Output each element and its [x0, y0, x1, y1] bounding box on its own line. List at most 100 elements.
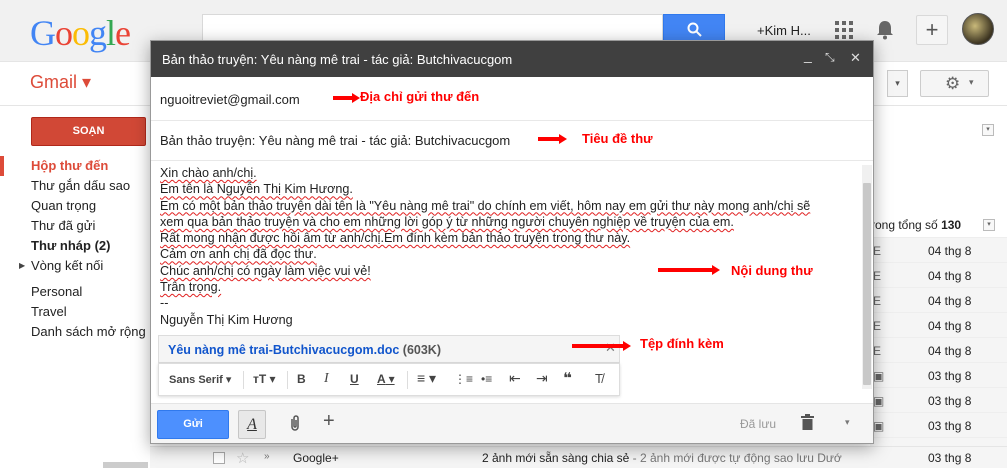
align-icon[interactable]: ≡ ▾ — [417, 370, 436, 387]
row-sender: Google+ — [293, 451, 339, 465]
sidebar-item-label: Vòng kết nối — [31, 258, 104, 273]
sidebar-item-label: Quan trọng — [31, 198, 97, 213]
sidebar-item[interactable]: Danh sách mở rộng — [0, 322, 150, 342]
indent-less-icon[interactable]: ⇤ — [509, 370, 521, 387]
compose-footer: Gửi A + Đã lưu ▾ — [151, 403, 873, 443]
compose-button[interactable]: SOẠN — [31, 117, 146, 146]
google-logo[interactable]: Google — [30, 12, 131, 54]
row-marker: ▣ — [873, 394, 885, 408]
italic-icon[interactable]: I — [324, 371, 329, 387]
subject-field[interactable]: Bản thảo truyện: Yêu nàng mê trai - tác … — [151, 121, 873, 161]
insert-more-icon[interactable]: + — [323, 410, 335, 433]
row-date: 03 thg 8 — [928, 394, 972, 408]
row-date: 03 thg 8 — [928, 451, 972, 465]
row-marker: E — [873, 244, 882, 258]
attachment-name[interactable]: Yêu nàng mê trai-Butchivacucgom.doc (603… — [168, 343, 441, 357]
sidebar-scrollbar[interactable] — [103, 462, 148, 468]
sidebar-item-label: Personal — [31, 284, 83, 299]
body-line[interactable]: -- — [160, 295, 850, 311]
font-family-select[interactable]: Sans Serif ▾ — [169, 373, 231, 386]
more-dropdown-button[interactable]: ▾ — [887, 70, 908, 97]
annotation-arrow — [538, 134, 567, 144]
star-icon[interactable]: ☆ — [236, 449, 249, 467]
row-date: 04 thg 8 — [928, 269, 972, 283]
list-toolbar: ▾ — [870, 124, 1007, 146]
bulleted-list-icon[interactable]: •≡ — [481, 372, 492, 386]
underline-icon[interactable]: U — [350, 372, 359, 386]
sidebar-item-label: Hộp thư đến — [31, 158, 109, 173]
table-row[interactable]: ▣ 03 thg 8 — [870, 362, 1007, 387]
body-scrollbar-thumb[interactable] — [863, 183, 871, 385]
chevron-down-icon[interactable]: ▾ — [982, 124, 994, 136]
text-color-icon[interactable]: A ▾ — [377, 372, 395, 386]
gmail-menu-label[interactable]: Gmail ▾ — [30, 72, 91, 93]
sidebar-item-label: Thư gắn dấu sao — [31, 178, 131, 193]
attachment-chip[interactable]: Yêu nàng mê trai-Butchivacucgom.doc (603… — [158, 335, 620, 363]
remove-attachment-icon[interactable]: ✕ — [605, 340, 616, 356]
sidebar-item[interactable]: Quan trọng — [0, 196, 150, 216]
table-row[interactable]: E 04 thg 8 — [870, 312, 1007, 337]
body-line[interactable]: Em tên là Nguyễn Thị Kim Hương. — [160, 181, 850, 197]
chevron-down-icon[interactable]: ▾ — [983, 219, 995, 231]
importance-icon[interactable]: » — [264, 451, 270, 462]
sidebar-item[interactable]: Thư gắn dấu sao — [0, 176, 150, 196]
expand-arrow-icon[interactable]: ▶ — [19, 256, 25, 276]
notifications-bell-icon[interactable] — [876, 20, 894, 43]
indent-more-icon[interactable]: ⇥ — [536, 370, 548, 387]
send-button[interactable]: Gửi — [157, 410, 229, 439]
body-line[interactable]: Trân trọng. — [160, 279, 850, 295]
sidebar-item[interactable]: ▶ Vòng kết nối — [0, 256, 150, 276]
clear-formatting-icon[interactable]: T̸ — [595, 371, 603, 386]
sidebar-item[interactable]: Thư nháp (2) — [0, 236, 150, 256]
compose-header[interactable]: Bản thảo truyện: Yêu nàng mê trai - tác … — [151, 41, 873, 77]
share-plus-button[interactable]: + — [916, 15, 948, 45]
body-line[interactable]: Xin chào anh/chị. — [160, 165, 850, 181]
sidebar-item[interactable]: Hộp thư đến — [0, 156, 150, 176]
row-date: 03 thg 8 — [928, 419, 972, 433]
toolbar-divider — [287, 371, 288, 389]
row-marker: E — [873, 269, 882, 283]
body-line[interactable]: Nguyễn Thị Kim Hương — [160, 312, 850, 328]
formatting-toggle-button[interactable]: A — [238, 410, 266, 439]
quote-icon[interactable]: ❝ — [563, 369, 572, 387]
to-recipient[interactable]: nguoitreviet@gmail.com — [160, 92, 300, 107]
row-checkbox[interactable] — [213, 452, 225, 464]
font-size-icon[interactable]: тT ▾ — [253, 372, 276, 386]
compose-window: Bản thảo truyện: Yêu nàng mê trai - tác … — [150, 40, 874, 444]
to-field[interactable]: nguoitreviet@gmail.com — [151, 77, 873, 121]
logo-letter: o — [55, 13, 73, 53]
numbered-list-icon[interactable]: ⋮≡ — [454, 372, 473, 386]
table-row[interactable]: E 04 thg 8 — [870, 262, 1007, 287]
message-body[interactable]: Xin chào anh/chị. Em tên là Nguyễn Thị Ki… — [160, 165, 850, 328]
close-icon[interactable]: ✕ — [850, 50, 861, 66]
table-row[interactable]: E 04 thg 8 — [870, 287, 1007, 312]
logo-letter: l — [106, 13, 116, 53]
sidebar-item[interactable]: Travel — [0, 302, 150, 322]
sidebar-item[interactable]: Thư đã gửi — [0, 216, 150, 236]
avatar[interactable] — [962, 13, 994, 45]
bold-icon[interactable]: B — [297, 372, 306, 386]
minimize-icon[interactable]: _ — [804, 47, 812, 63]
row-date: 03 thg 8 — [928, 369, 972, 383]
sidebar-item-label: Thư nháp (2) — [31, 238, 111, 253]
paperclip-icon[interactable] — [289, 415, 301, 435]
body-line[interactable]: Rất mong nhận được hồi âm từ anh/chị.Em … — [160, 230, 850, 246]
settings-button[interactable]: ⚙ ▾ — [920, 70, 989, 97]
body-line[interactable]: Cảm ơn anh chị đã đọc thư. — [160, 246, 850, 262]
trash-icon[interactable] — [801, 414, 814, 433]
table-row[interactable]: E 04 thg 8 — [870, 337, 1007, 362]
table-row[interactable]: E 04 thg 8 — [870, 237, 1007, 262]
body-line[interactable]: Em có một bản thảo truyện dài tên là "Yê… — [160, 198, 850, 214]
table-row[interactable]: ▣ 03 thg 8 — [870, 412, 1007, 437]
subject-input[interactable]: Bản thảo truyện: Yêu nàng mê trai - tác … — [160, 133, 510, 148]
apps-grid-icon[interactable] — [835, 21, 853, 39]
body-line[interactable]: xem qua bản thảo truyện và cho em những … — [160, 214, 850, 230]
more-options-icon[interactable]: ▾ — [845, 417, 850, 428]
popout-icon[interactable]: ⤡ — [825, 50, 835, 65]
sidebar-item-label: Danh sách mở rộng — [31, 324, 146, 339]
saved-status: Đã lưu — [740, 417, 777, 431]
table-row[interactable]: ▣ 03 thg 8 — [870, 387, 1007, 412]
table-row[interactable]: ☆ » Google+ 2 ảnh mới sẵn sàng chia sẻ -… — [150, 446, 1007, 468]
user-profile-link[interactable]: +Kim H... — [757, 23, 811, 38]
sidebar-item[interactable]: Personal — [0, 282, 150, 302]
